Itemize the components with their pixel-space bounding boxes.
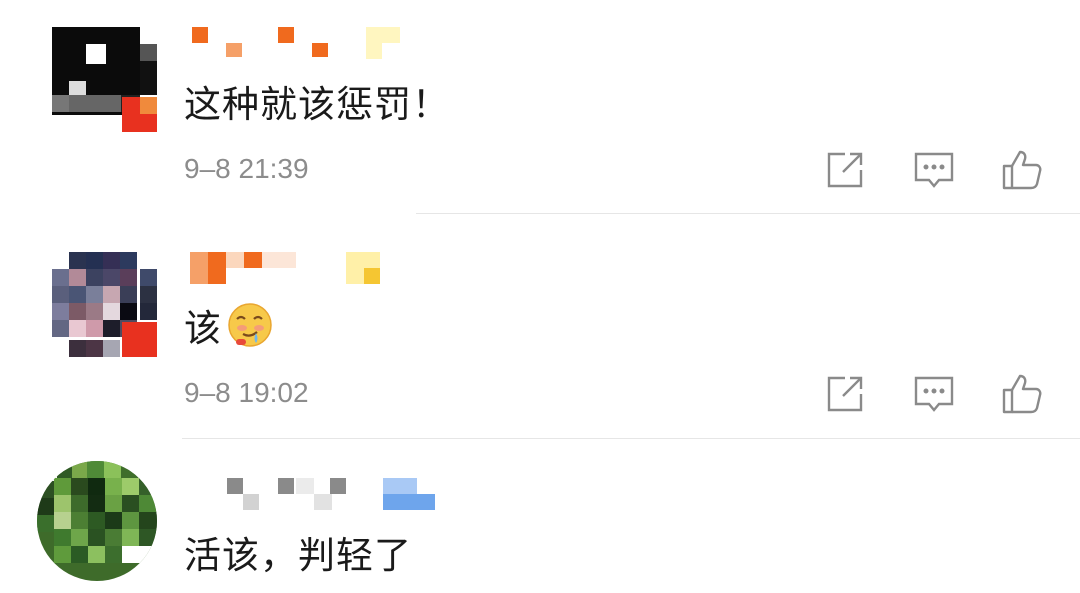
username-redacted[interactable] — [190, 27, 450, 59]
thumbs-up-icon[interactable] — [1000, 148, 1044, 192]
thumbs-up-icon[interactable] — [1000, 372, 1044, 416]
avatar[interactable] — [52, 27, 157, 132]
username-redacted[interactable] — [190, 252, 450, 284]
share-icon[interactable] — [823, 372, 867, 416]
share-icon[interactable] — [823, 148, 867, 192]
drooling-emoji — [226, 301, 274, 349]
comment-timestamp: 9–8 21:39 — [184, 153, 309, 184]
comment-timestamp: 9–8 19:02 — [184, 377, 309, 408]
comment-item: 活该，判轻了 — [0, 439, 1080, 593]
comment-icon[interactable] — [912, 148, 956, 192]
comment-item: 这种就该惩罚！ 9–8 21:39 — [0, 0, 1080, 214]
comment-text: 这种就该惩罚！ — [184, 83, 450, 126]
comment-text: 活该，判轻了 — [184, 534, 412, 577]
username-redacted[interactable] — [190, 478, 450, 510]
comment-text: 该 — [184, 298, 274, 352]
avatar[interactable] — [37, 461, 157, 581]
comment-icon[interactable] — [912, 372, 956, 416]
avatar[interactable] — [52, 252, 157, 357]
comment-item: 该 9–8 19:02 — [0, 214, 1080, 439]
